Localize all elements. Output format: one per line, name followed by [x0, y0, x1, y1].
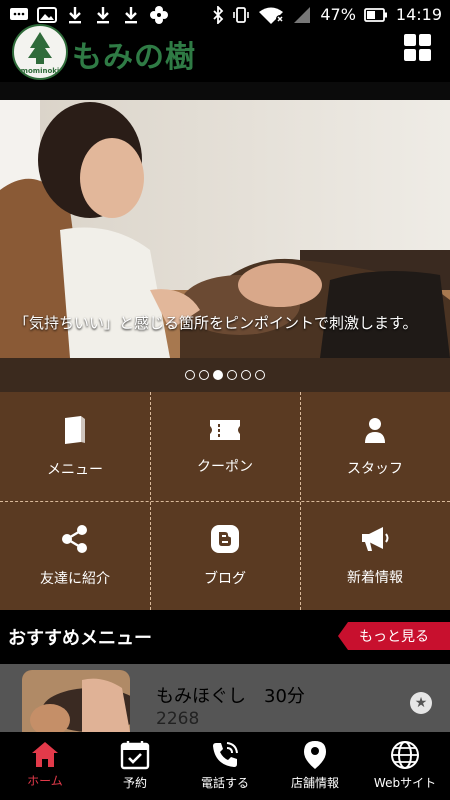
tile-label: スタッフ [347, 460, 403, 477]
wifi-icon [259, 7, 285, 24]
download-icon [92, 5, 114, 25]
tab-call[interactable]: 電話する [180, 732, 270, 800]
tile-news[interactable]: 新着情報 [300, 501, 450, 610]
slide-indicator [0, 358, 450, 392]
tile-staff[interactable]: スタッフ [300, 392, 450, 501]
hero-slider[interactable]: 「気持ちいい」と感じる箇所をピンポイントで刺激します。 [0, 100, 450, 358]
globe-icon [391, 741, 419, 769]
status-bar: 47% 14:19 [0, 0, 450, 30]
tile-label: メニュー [47, 461, 103, 478]
tile-label: 友達に紹介 [40, 570, 110, 587]
book-icon [65, 415, 85, 444]
slide-dot-active[interactable] [213, 370, 223, 380]
hero-caption: 「気持ちいい」と感じる箇所をピンポイントで刺激します。 [14, 314, 418, 332]
favorite-button[interactable]: ★ [410, 692, 432, 714]
home-icon [32, 742, 58, 767]
map-pin-icon [304, 741, 326, 769]
tab-reserve[interactable]: 予約 [90, 732, 180, 800]
download-icon [120, 5, 142, 25]
tile-blog[interactable]: ブログ [150, 501, 300, 610]
person-icon [365, 417, 385, 443]
grid-menu-button[interactable] [404, 34, 432, 62]
battery-percent: 47% [320, 5, 356, 24]
tile-coupon[interactable]: クーポン [150, 392, 300, 501]
download-icon [64, 5, 86, 25]
slide-dot[interactable] [227, 370, 237, 380]
recommend-item-price: 2268 [156, 709, 200, 729]
tile-label: クーポン [197, 458, 253, 475]
recommend-item[interactable]: もみほぐし 30分 2268 ★ [0, 664, 450, 732]
phone-icon [213, 742, 238, 767]
message-icon [8, 5, 30, 25]
recommend-item-name: もみほぐし 30分 [156, 686, 305, 707]
tile-share[interactable]: 友達に紹介 [0, 501, 150, 610]
tab-label: 電話する [200, 776, 249, 790]
recommend-title: おすすめメニュー [8, 628, 152, 649]
blogger-icon [211, 524, 239, 553]
app-header: mominoki もみの樹 [0, 24, 450, 82]
slide-dot[interactable] [185, 370, 195, 380]
tab-store-info[interactable]: 店舗情報 [270, 732, 360, 800]
slide-dot[interactable] [255, 370, 265, 380]
logo-badge[interactable]: mominoki [12, 24, 68, 80]
clock: 14:19 [395, 5, 442, 24]
notification-icons [8, 5, 170, 25]
battery-icon [363, 7, 387, 22]
tab-website[interactable]: Webサイト [360, 732, 450, 800]
tab-home[interactable]: ホーム [0, 732, 90, 800]
recommend-thumbnail [22, 670, 130, 732]
header-divider [0, 82, 450, 100]
slide-dot[interactable] [199, 370, 209, 380]
grid-icon [404, 34, 416, 46]
tab-label: 店舗情報 [290, 776, 339, 790]
ticket-icon [210, 419, 240, 440]
see-more-button[interactable]: もっと見る [338, 622, 450, 650]
system-status: 47% 14:19 [212, 5, 442, 24]
tile-menu[interactable]: メニュー [0, 392, 150, 501]
tab-label: Webサイト [373, 776, 437, 790]
star-icon: ★ [414, 695, 428, 711]
megaphone-icon [362, 526, 389, 551]
app-logo-title: もみの樹 [72, 40, 196, 75]
logo-badge-text: mominoki [21, 67, 60, 75]
tile-label: 新着情報 [347, 569, 403, 586]
share-icon [62, 524, 87, 553]
tab-label: ホーム [27, 774, 63, 788]
tile-label: ブログ [204, 570, 246, 587]
bluetooth-icon [213, 5, 224, 24]
recommend-section-header: おすすめメニュー もっと見る [0, 610, 450, 664]
bottom-tab-bar: ホーム 予約 電話する 店舗情報 Webサイト [0, 732, 450, 800]
feature-grid: メニュー クーポン スタッフ 友達に紹介 ブログ 新着情報 [0, 392, 450, 610]
calendar-icon [120, 741, 150, 770]
pinwheel-icon [148, 5, 170, 25]
see-more-label: もっと見る [359, 629, 429, 645]
signal-icon [294, 6, 311, 23]
tab-label: 予約 [122, 776, 147, 790]
vibrate-icon [233, 6, 250, 23]
slide-dot[interactable] [241, 370, 251, 380]
image-icon [36, 5, 58, 25]
